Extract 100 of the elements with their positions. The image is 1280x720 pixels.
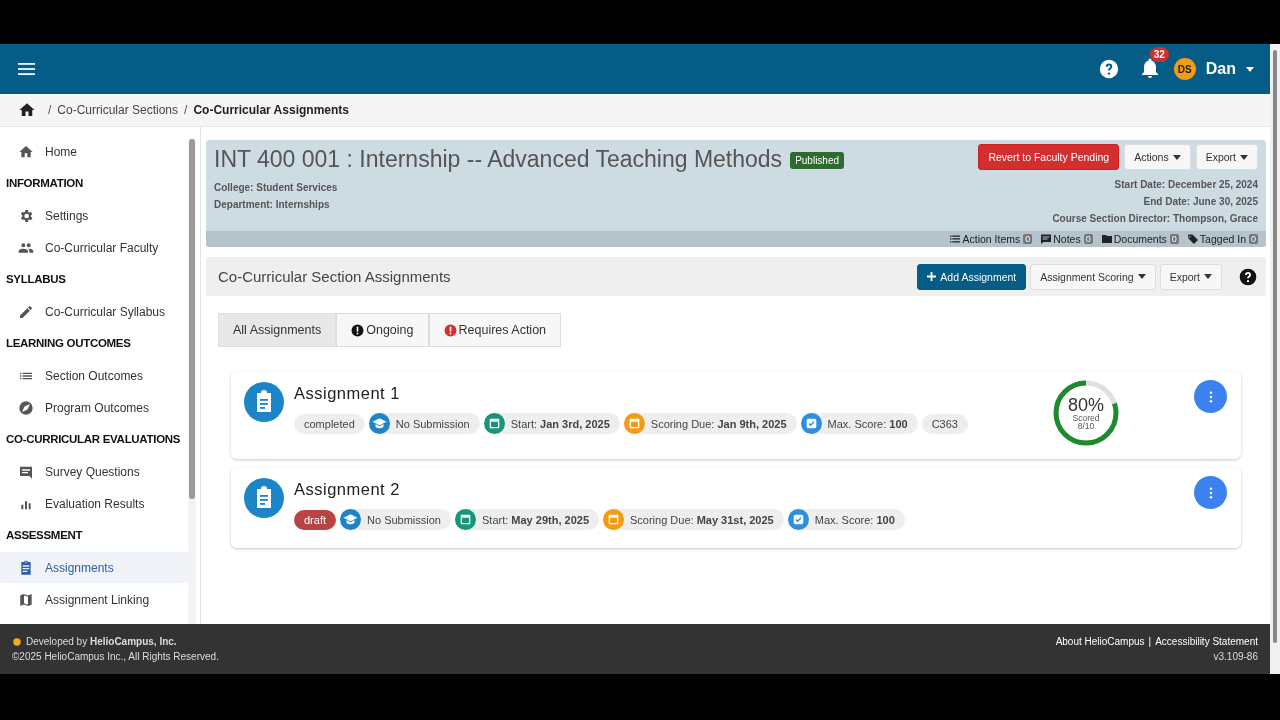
sidebar-item[interactable]: Assignment Linking — [0, 584, 188, 615]
more-icon — [1208, 486, 1213, 499]
clipboard-icon — [244, 478, 284, 518]
sidebar-item[interactable]: Evaluation Results — [0, 488, 188, 519]
list-icon — [949, 233, 962, 245]
sidebar-heading: ASSESSMENT — [5, 528, 84, 543]
more-options-button[interactable] — [1194, 380, 1227, 413]
sidebar-item[interactable]: Co-Curricular Syllabus — [0, 296, 188, 327]
breadcrumb-separator: / — [184, 103, 188, 117]
map-icon — [18, 591, 34, 608]
sidebar-item[interactable]: Section Outcomes — [0, 360, 188, 391]
checklist-icon — [800, 413, 822, 434]
footer-link[interactable]: About HelioCampus — [1055, 636, 1145, 647]
graduation-cap-icon — [340, 509, 361, 530]
start-date-text: Start: Jan 3rd, 2025 — [510, 417, 610, 430]
breadcrumb-link[interactable]: Co-Curricular Assignments — [193, 103, 349, 117]
detail-text: Course Section Director: Thompson, Grace — [1052, 212, 1258, 226]
score-ring — [1052, 379, 1120, 447]
caret-icon — [1246, 66, 1254, 72]
count-badge: 0 — [1249, 234, 1258, 244]
dropdown-button[interactable]: Actions — [1124, 144, 1191, 170]
detail-text: End Date: June 30, 2025 — [1143, 195, 1258, 209]
sidebar-item[interactable]: Program Outcomes — [0, 392, 188, 423]
count-badge: 0 — [1169, 234, 1179, 244]
status-badge: Published — [790, 152, 845, 169]
filter-tab[interactable]: Requires Action — [428, 313, 562, 347]
college-text: College: Student Services — [214, 181, 339, 195]
footer-link[interactable]: Accessibility Statement — [1155, 636, 1258, 647]
exclamation-icon — [351, 323, 365, 337]
user-menu[interactable]: Dan — [1205, 60, 1254, 78]
submission-text: No Submission — [395, 417, 470, 430]
calendar-icon — [483, 413, 505, 434]
folder-icon — [1100, 233, 1113, 245]
score-fraction: 8/10 — [1077, 422, 1095, 431]
menu-icon[interactable] — [18, 62, 35, 76]
code-chip: C363 — [921, 413, 968, 434]
checklist-icon — [787, 509, 809, 530]
user-avatar[interactable]: DS — [1173, 58, 1196, 80]
more-options-button[interactable] — [1194, 476, 1227, 509]
count-badge: 0 — [1083, 234, 1093, 244]
score-label: Scored — [1072, 413, 1100, 422]
max-score-text: Max. Score: 100 — [827, 417, 908, 430]
version-text: v3.109-86 — [1213, 651, 1258, 662]
assignment-title[interactable]: Assignment 2 — [294, 480, 1194, 499]
count-badge: 0 — [1023, 234, 1033, 244]
max-score-text: Max. Score: 100 — [814, 513, 895, 526]
note-icon — [1040, 233, 1053, 245]
caret-icon — [1172, 154, 1181, 160]
sun-icon — [12, 636, 22, 647]
plus-icon — [927, 272, 937, 281]
sidebar-item[interactable]: Assignments — [0, 552, 188, 583]
scrollbar[interactable] — [1270, 44, 1280, 674]
caret-icon — [1204, 274, 1212, 279]
copyright-text: ©2025 HelioCampus Inc., All Rights Reserved. — [12, 651, 219, 662]
home-icon[interactable] — [18, 101, 36, 119]
course-title: INT 400 001 : Internship -- Advanced Teaching Methods — [214, 145, 783, 174]
dropdown-button[interactable]: Export — [1195, 144, 1258, 170]
sidebar-item[interactable]: Co-Curricular Faculty — [0, 232, 188, 263]
add-assignment-button[interactable]: Add Assignment — [917, 263, 1027, 290]
notification-badge: 32 — [1149, 47, 1169, 62]
assignment-title[interactable]: Assignment 1 — [294, 384, 1052, 403]
sidebar-heading: SYLLABUS — [5, 272, 67, 287]
counter-link[interactable]: Notes — [1040, 233, 1081, 245]
calendar-icon — [623, 413, 645, 434]
filter-tab[interactable]: Ongoing — [336, 313, 429, 347]
sidebar-item[interactable]: Settings — [0, 200, 188, 231]
dropdown-button[interactable]: Assignment Scoring — [1030, 263, 1156, 290]
counter-link[interactable]: Documents — [1100, 233, 1167, 245]
help-icon[interactable] — [1097, 58, 1120, 80]
due-date-text: Scoring Due: May 31st, 2025 — [630, 513, 774, 526]
help-icon[interactable] — [1238, 266, 1258, 287]
tag-icon — [1186, 233, 1199, 245]
counter-link[interactable]: Tagged In — [1186, 233, 1246, 245]
breadcrumb-link[interactable]: Co-Curricular Sections — [57, 103, 179, 117]
link-separator: | — [1148, 636, 1152, 647]
sidebar-heading: CO-CURRICULAR EVALUATIONS — [5, 432, 182, 447]
start-date-text: Start: May 29th, 2025 — [482, 513, 589, 526]
pencil-icon — [18, 303, 34, 320]
compass-icon — [18, 399, 34, 416]
sidebar-heading: INFORMATION — [5, 176, 84, 191]
developed-by-text: Developed by HelioCampus, Inc. — [26, 636, 177, 647]
score-percent: 80% — [1068, 395, 1104, 414]
sidebar-heading: LEARNING OUTCOMES — [5, 336, 132, 351]
sidebar-item[interactable]: Home — [0, 136, 188, 167]
status-chip: draft — [294, 509, 336, 530]
filter-tab[interactable]: All Assignments — [218, 313, 337, 347]
more-icon — [1208, 390, 1213, 403]
due-date-text: Scoring Due: Jan 9th, 2025 — [650, 417, 787, 430]
revert-button[interactable]: Revert to Faculty Pending — [978, 144, 1120, 170]
dropdown-button[interactable]: Export — [1159, 263, 1222, 290]
scrollbar[interactable] — [188, 139, 196, 624]
home-icon — [18, 143, 34, 160]
section-title: Co-Curricular Section Assignments — [218, 268, 451, 285]
caret-icon — [1240, 154, 1248, 160]
caret-icon — [1137, 274, 1146, 279]
clipboard-icon — [18, 559, 34, 576]
sidebar-item[interactable]: Survey Questions — [0, 456, 188, 487]
counter-link[interactable]: Action Items — [949, 233, 1021, 245]
exclamation-icon — [443, 323, 457, 337]
graduation-cap-icon — [368, 413, 390, 434]
